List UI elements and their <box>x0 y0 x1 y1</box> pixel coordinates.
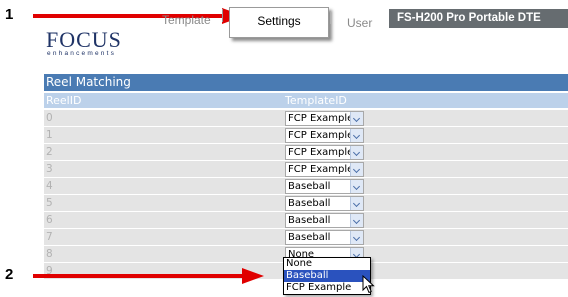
template-select-value: FCP Example <box>288 130 354 141</box>
table-row: 4 Baseball <box>44 178 568 195</box>
template-select[interactable]: Baseball <box>285 196 364 211</box>
template-dropdown-list[interactable]: None Baseball FCP Example <box>283 257 371 295</box>
column-header-reelid: ReelID <box>46 94 82 107</box>
chevron-down-icon[interactable] <box>350 197 363 210</box>
template-select[interactable]: FCP Example <box>285 111 364 126</box>
tab-divider <box>222 9 223 22</box>
tab-divider <box>330 11 331 24</box>
tab-settings[interactable]: Settings <box>229 7 329 38</box>
template-select[interactable]: FCP Example <box>285 145 364 160</box>
table-row: 3 FCP Example <box>44 161 568 178</box>
section-title-reel-matching: Reel Matching <box>44 74 568 91</box>
reel-matching-table: 0 FCP Example 1 FCP Example 2 FCP Exampl… <box>44 110 568 280</box>
dropdown-option-baseball[interactable]: Baseball <box>284 270 370 282</box>
template-select-value: Baseball <box>288 198 331 209</box>
callout-arrowhead-2 <box>242 268 264 284</box>
reel-id-cell: 2 <box>46 146 53 158</box>
chevron-down-icon[interactable] <box>350 112 363 125</box>
chevron-down-icon[interactable] <box>350 146 363 159</box>
chevron-down-icon[interactable] <box>350 163 363 176</box>
tab-template[interactable]: Template <box>162 13 211 27</box>
tab-user[interactable]: User <box>347 16 372 30</box>
chevron-down-icon[interactable] <box>350 129 363 142</box>
template-select[interactable]: Baseball <box>285 230 364 245</box>
template-select-value: FCP Example <box>288 164 354 175</box>
product-name-bar: FS-H200 Pro Portable DTE <box>389 9 568 28</box>
template-select[interactable]: FCP Example <box>285 162 364 177</box>
template-select-value: Baseball <box>288 232 331 243</box>
table-row: 5 Baseball <box>44 195 568 212</box>
template-select[interactable]: FCP Example <box>285 128 364 143</box>
reel-id-cell: 3 <box>46 163 53 175</box>
callout-arrow-2 <box>33 274 243 278</box>
table-row: 1 FCP Example <box>44 127 568 144</box>
table-row: 0 FCP Example <box>44 110 568 127</box>
chevron-down-icon[interactable] <box>350 231 363 244</box>
template-select-value: FCP Example <box>288 113 354 124</box>
reel-id-cell: 5 <box>46 197 53 209</box>
template-select[interactable]: Baseball <box>285 213 364 228</box>
mouse-pointer-icon <box>362 275 375 294</box>
reel-id-cell: 7 <box>46 231 53 243</box>
chevron-down-icon[interactable] <box>350 214 363 227</box>
focus-logo-tagline: enhancements <box>47 50 117 57</box>
table-row: 7 Baseball <box>44 229 568 246</box>
reel-id-cell: 4 <box>46 180 53 192</box>
template-select-value: FCP Example <box>288 147 354 158</box>
template-select-value: Baseball <box>288 181 331 192</box>
table-header-row: ReelID TemplateID <box>44 93 568 108</box>
chevron-down-icon[interactable] <box>350 180 363 193</box>
dropdown-option-none[interactable]: None <box>284 258 370 270</box>
callout-number-2: 2 <box>5 266 14 283</box>
template-select[interactable]: Baseball <box>285 179 364 194</box>
template-select-value: Baseball <box>288 215 331 226</box>
dropdown-option-fcp-example[interactable]: FCP Example <box>284 282 370 294</box>
table-row: 6 Baseball <box>44 212 568 229</box>
callout-number-1: 1 <box>5 6 14 23</box>
table-row: 2 FCP Example <box>44 144 568 161</box>
reel-id-cell: 1 <box>46 129 53 141</box>
reel-id-cell: 0 <box>46 112 53 124</box>
reel-id-cell: 6 <box>46 214 53 226</box>
column-header-templateid: TemplateID <box>285 94 347 107</box>
reel-id-cell: 8 <box>46 248 53 260</box>
